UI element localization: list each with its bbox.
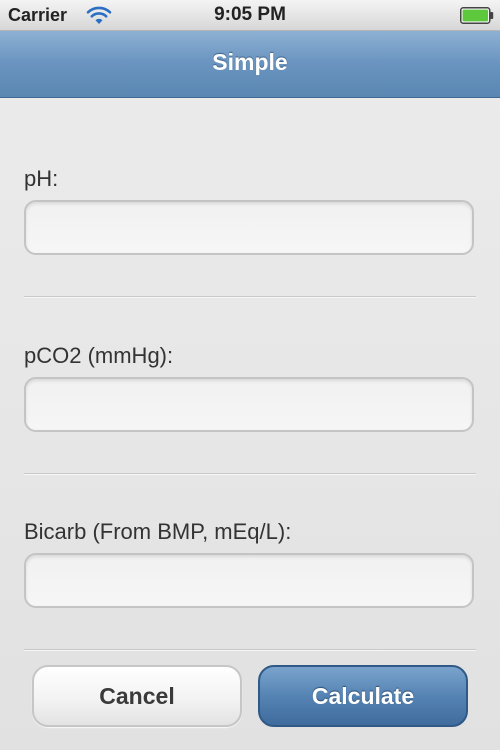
ph-input[interactable] bbox=[24, 200, 474, 255]
pco2-input[interactable] bbox=[24, 377, 474, 432]
calculate-button[interactable]: Calculate bbox=[258, 665, 468, 727]
bicarb-label: Bicarb (From BMP, mEq/L): bbox=[24, 519, 292, 544]
divider bbox=[24, 649, 476, 651]
divider bbox=[24, 296, 476, 298]
battery-icon bbox=[460, 7, 494, 24]
navigation-bar: Simple bbox=[0, 31, 500, 98]
ph-label: pH: bbox=[24, 166, 59, 191]
status-time: 9:05 PM bbox=[214, 4, 286, 25]
cancel-button[interactable]: Cancel bbox=[32, 665, 242, 727]
status-bar: Carrier 9:05 PM bbox=[0, 0, 500, 31]
bicarb-input[interactable] bbox=[24, 553, 474, 608]
divider bbox=[24, 473, 476, 475]
pco2-label: pCO2 (mmHg): bbox=[24, 343, 174, 368]
page-title: Simple bbox=[212, 49, 288, 75]
